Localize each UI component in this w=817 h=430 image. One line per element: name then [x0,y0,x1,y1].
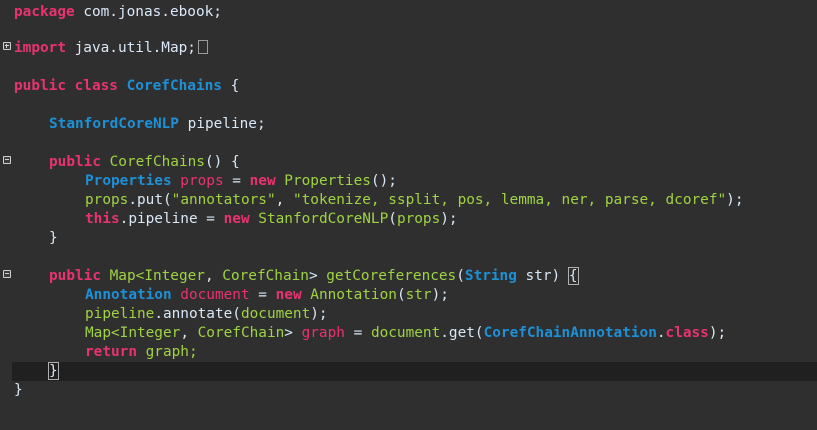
code-text: = [223,173,250,189]
identifier: document [370,325,441,341]
code-text: .annotate( [154,306,241,322]
code-text: } [14,382,23,398]
code-text: = [197,211,224,227]
method-name: getCoreferences [326,268,457,284]
code-text: = [344,325,371,341]
code-text: } [49,230,58,246]
variable-name: graph [301,325,345,341]
code-text: ); [431,287,449,303]
method-name: CorefChains [100,154,205,170]
code-line-close-constructor[interactable]: } [49,229,58,248]
code-text: , [180,325,198,341]
keyword: this [85,211,120,227]
code-line-close-method[interactable]: } [48,362,59,381]
code-line-package[interactable]: package com.jonas.ebook; [14,3,222,22]
code-text: com.jonas.ebook; [74,4,222,20]
keyword: class [665,325,709,341]
keyword: public [49,268,101,284]
keyword: new [223,211,250,227]
code-text: = [249,287,276,303]
code-text: (); [370,173,397,189]
code-line-annotation[interactable]: Annotation document = new Annotation(str… [85,286,449,305]
code-text: , [204,268,223,284]
collapse-constructor-icon[interactable] [3,156,11,164]
expand-import-icon[interactable] [3,42,11,50]
keyword: import [14,40,66,56]
code-line-props-put[interactable]: props.put("annotators", "tokenize, sspli… [85,191,743,210]
type-name: Integer [144,268,205,284]
identifier: str [405,287,432,303]
collapse-method-icon[interactable] [3,270,11,278]
keyword: public [49,154,101,170]
type-name: Annotation [85,287,172,303]
code-line-props[interactable]: Properties props = new Properties(); [85,172,397,191]
type-name: CorefChainAnnotation [483,325,657,341]
identifier: props [396,211,441,227]
class-name: CorefChains [117,78,222,94]
keyword: class [65,78,118,94]
code-text: str [516,268,552,284]
code-line-return[interactable]: return graph; [85,343,198,362]
code-text: ); [726,192,744,208]
code-text: ( [456,268,465,284]
variable-name: document [171,287,250,303]
code-line-constructor[interactable]: public CorefChains() { [49,153,240,172]
code-text: ( [388,211,397,227]
code-line-pipeline-init[interactable]: this.pipeline = new StanfordCoreNLP(prop… [85,210,458,229]
code-text: ( [396,287,406,303]
code-text: .get( [440,325,484,341]
code-line-graph[interactable]: Map<Integer, CorefChain> graph = documen… [85,324,726,343]
type-name: String [464,268,517,284]
type-name: Map< [85,325,120,341]
keyword: public [14,78,66,94]
type-name: Map< [100,268,145,284]
text-caret [57,362,59,378]
code-line-method-decl[interactable]: public Map<Integer, CorefChain> getCoref… [49,267,579,286]
keyword: new [275,287,302,303]
code-text: java.util.Map; [65,40,196,56]
folded-imports-icon[interactable] [197,40,208,54]
identifier: graph; [136,344,198,360]
string-literal: "annotators" [171,192,276,208]
code-text: > [308,268,327,284]
code-text: ); [708,325,727,341]
code-editor[interactable]: package com.jonas.ebook; import java.uti… [0,0,817,430]
code-line-field[interactable]: StanfordCoreNLP pipeline; [49,115,266,134]
current-line-highlight [12,362,817,381]
type-name: Properties [85,173,172,189]
variable-name: props [171,173,224,189]
type-name: Integer [119,325,181,341]
code-line-close-class[interactable]: } [14,381,23,400]
code-text: ); [440,211,458,227]
code-text: . [656,325,666,341]
keyword: new [249,173,276,189]
code-text: ); [310,306,328,322]
code-text: ) [551,268,569,284]
code-text: () { [204,154,240,170]
type-name: CorefChain [222,268,309,284]
class-name: Properties [275,173,371,189]
keyword: return [85,344,137,360]
identifier: document [240,306,311,322]
type-name: CorefChain [197,325,285,341]
code-text: , [275,192,293,208]
matching-brace: } [48,362,59,380]
code-line-class-decl[interactable]: public class CorefChains { [14,77,239,96]
code-text: .pipeline [119,211,198,227]
type-name: StanfordCoreNLP [49,116,179,132]
code-line-import[interactable]: import java.util.Map; [14,39,208,58]
code-text: .put( [128,192,172,208]
matching-brace: { [567,267,579,285]
code-text: { [221,78,240,94]
class-name: Annotation [301,287,397,303]
keyword: package [14,4,75,20]
code-line-annotate[interactable]: pipeline.annotate(document); [85,305,328,324]
class-name: StanfordCoreNLP [249,211,389,227]
code-text: pipeline; [178,116,266,132]
identifier: props [85,192,129,208]
code-text: > [284,325,302,341]
string-literal: "tokenize, ssplit, pos, lemma, ner, pars… [292,192,727,208]
identifier: pipeline [85,306,155,322]
